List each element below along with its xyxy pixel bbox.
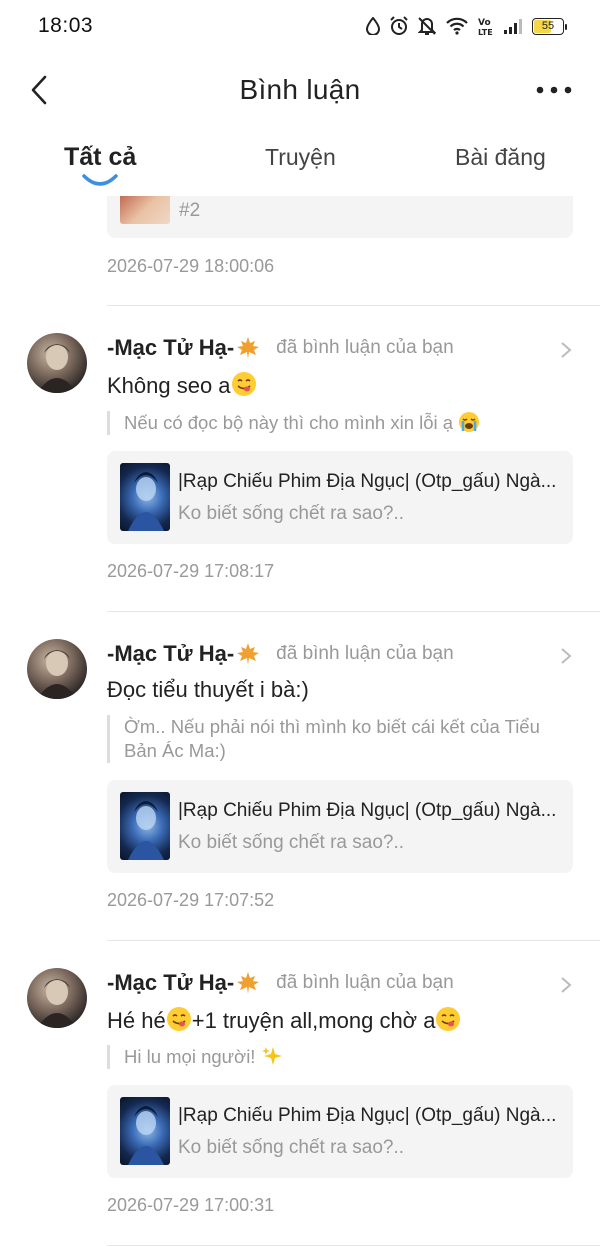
crying-emoji-icon	[459, 412, 480, 432]
maple-leaf-icon	[237, 972, 260, 994]
comment-body-part2: +1 truyện all,mong chờ a	[191, 1008, 436, 1033]
avatar[interactable]	[27, 968, 87, 1028]
story-thumbnail	[120, 196, 170, 224]
status-icons: Vo LTE 55	[366, 16, 567, 36]
back-button[interactable]	[24, 74, 54, 106]
mute-bell-icon	[418, 17, 436, 35]
tab-bar: Tất cả Truyện Bài đăng	[0, 132, 600, 190]
story-thumbnail	[120, 1097, 170, 1165]
yum-emoji-icon	[436, 1007, 461, 1031]
story-subtitle: Ko biết sống chết ra sao?..	[178, 832, 405, 853]
user-name[interactable]: -Mạc Tử Hạ-	[107, 970, 234, 996]
timestamp: 2026-07-29 17:07:52	[107, 890, 275, 910]
page-title: Bình luận	[239, 74, 361, 105]
user-line: -Mạc Tử Hạ- đã bình luận của bạn	[107, 970, 454, 996]
svg-text:Vo: Vo	[478, 18, 491, 28]
story-card[interactable]: |Rạp Chiếu Phim Địa Ngục| (Otp_gấu) Ngà.…	[107, 451, 573, 544]
story-title: |Rạp Chiếu Phim Địa Ngục| (Otp_gấu) Ngà.…	[178, 1105, 557, 1126]
tab-posts[interactable]: Bài đăng	[455, 144, 546, 171]
water-drop-icon	[366, 17, 380, 35]
tab-indicator	[82, 174, 118, 186]
user-name[interactable]: -Mạc Tử Hạ-	[107, 641, 234, 667]
quoted-comment: Ờm.. Nếu phải nói thì mình ko biết cái k…	[107, 715, 573, 763]
comment-body-part1: Hé hé	[107, 1008, 166, 1033]
tab-all[interactable]: Tất cả	[64, 143, 136, 172]
battery-icon: 55	[532, 17, 567, 35]
timestamp: 2026-07-29 17:08:17	[107, 561, 275, 581]
divider	[107, 1245, 600, 1246]
header: Bình luận	[0, 58, 600, 122]
maple-leaf-icon	[237, 643, 260, 665]
signal-icon	[504, 19, 522, 34]
story-subtitle: Ko biết sống chết ra sao?..	[178, 503, 405, 524]
comment-text: Không seo a	[107, 371, 257, 399]
action-text: đã bình luận của bạn	[276, 972, 454, 993]
quoted-text: Nếu có đọc bộ này thì cho mình xin lỗi ạ	[124, 412, 454, 433]
maple-leaf-icon	[237, 337, 260, 359]
comment-feed[interactable]: #2 2026-07-29 18:00:06 -Mạc Tử Hạ- đã bì…	[0, 196, 600, 1249]
comment-item[interactable]: -Mạc Tử Hạ- đã bình luận của bạn Đọc tiể…	[0, 639, 600, 939]
user-name[interactable]: -Mạc Tử Hạ-	[107, 335, 234, 361]
timestamp: 2026-07-29 17:00:31	[107, 1195, 275, 1215]
user-line: -Mạc Tử Hạ- đã bình luận của bạn	[107, 335, 454, 361]
chevron-right-icon[interactable]	[560, 647, 572, 665]
more-button[interactable]	[534, 78, 574, 102]
avatar[interactable]	[27, 639, 87, 699]
alarm-icon	[390, 16, 408, 35]
sparkles-icon	[261, 1047, 282, 1065]
chevron-left-icon	[31, 75, 47, 105]
user-line: -Mạc Tử Hạ- đã bình luận của bạn	[107, 641, 454, 667]
more-dots-icon	[536, 86, 572, 94]
story-title: |Rạp Chiếu Phim Địa Ngục| (Otp_gấu) Ngà.…	[178, 800, 557, 821]
story-card-text: #2	[179, 200, 201, 221]
comment-item[interactable]: -Mạc Tử Hạ- đã bình luận của bạn Không s…	[0, 333, 600, 613]
svg-text:LTE: LTE	[478, 28, 493, 36]
comment-text: Hé hé +1 truyện all,mong chờ a	[107, 1006, 461, 1034]
divider	[107, 305, 600, 306]
story-thumbnail	[120, 792, 170, 860]
tab-stories[interactable]: Truyện	[265, 144, 336, 171]
story-card[interactable]: #2	[107, 196, 573, 238]
story-subtitle: Ko biết sống chết ra sao?..	[178, 1137, 405, 1158]
story-thumbnail	[120, 463, 170, 531]
story-title: |Rạp Chiếu Phim Địa Ngục| (Otp_gấu) Ngà.…	[178, 471, 557, 492]
story-card[interactable]: |Rạp Chiếu Phim Địa Ngục| (Otp_gấu) Ngà.…	[107, 1085, 573, 1178]
yum-emoji-icon	[166, 1007, 191, 1031]
chevron-right-icon[interactable]	[560, 341, 572, 359]
avatar[interactable]	[27, 333, 87, 393]
quoted-comment: Nếu có đọc bộ này thì cho mình xin lỗi ạ	[107, 411, 573, 435]
yum-emoji-icon	[231, 372, 256, 396]
quoted-text-line1: Ờm.. Nếu phải nói thì mình ko biết cái k…	[124, 716, 540, 737]
quoted-comment: Hi lu mọi người!	[107, 1045, 573, 1069]
action-text: đã bình luận của bạn	[276, 337, 454, 358]
comment-item[interactable]: -Mạc Tử Hạ- đã bình luận của bạn Hé hé +1…	[0, 968, 600, 1248]
story-card[interactable]: |Rạp Chiếu Phim Địa Ngục| (Otp_gấu) Ngà.…	[107, 780, 573, 873]
divider	[107, 611, 600, 612]
divider	[107, 940, 600, 941]
comment-text: Đọc tiểu thuyết i bà:)	[107, 677, 309, 702]
volte-icon: VoLTE	[478, 18, 493, 36]
quoted-text-line2: Bản Ác Ma:)	[124, 740, 226, 761]
status-time: 18:03	[38, 14, 94, 37]
battery-level: 55	[541, 20, 555, 32]
status-bar: 18:03 Vo LTE 55	[0, 0, 600, 52]
comment-body: Không seo a	[107, 373, 231, 398]
quoted-text: Hi lu mọi người!	[124, 1046, 256, 1067]
chevron-right-icon[interactable]	[560, 976, 572, 994]
wifi-icon	[446, 17, 468, 35]
action-text: đã bình luận của bạn	[276, 643, 454, 664]
timestamp: 2026-07-29 18:00:06	[107, 256, 275, 276]
